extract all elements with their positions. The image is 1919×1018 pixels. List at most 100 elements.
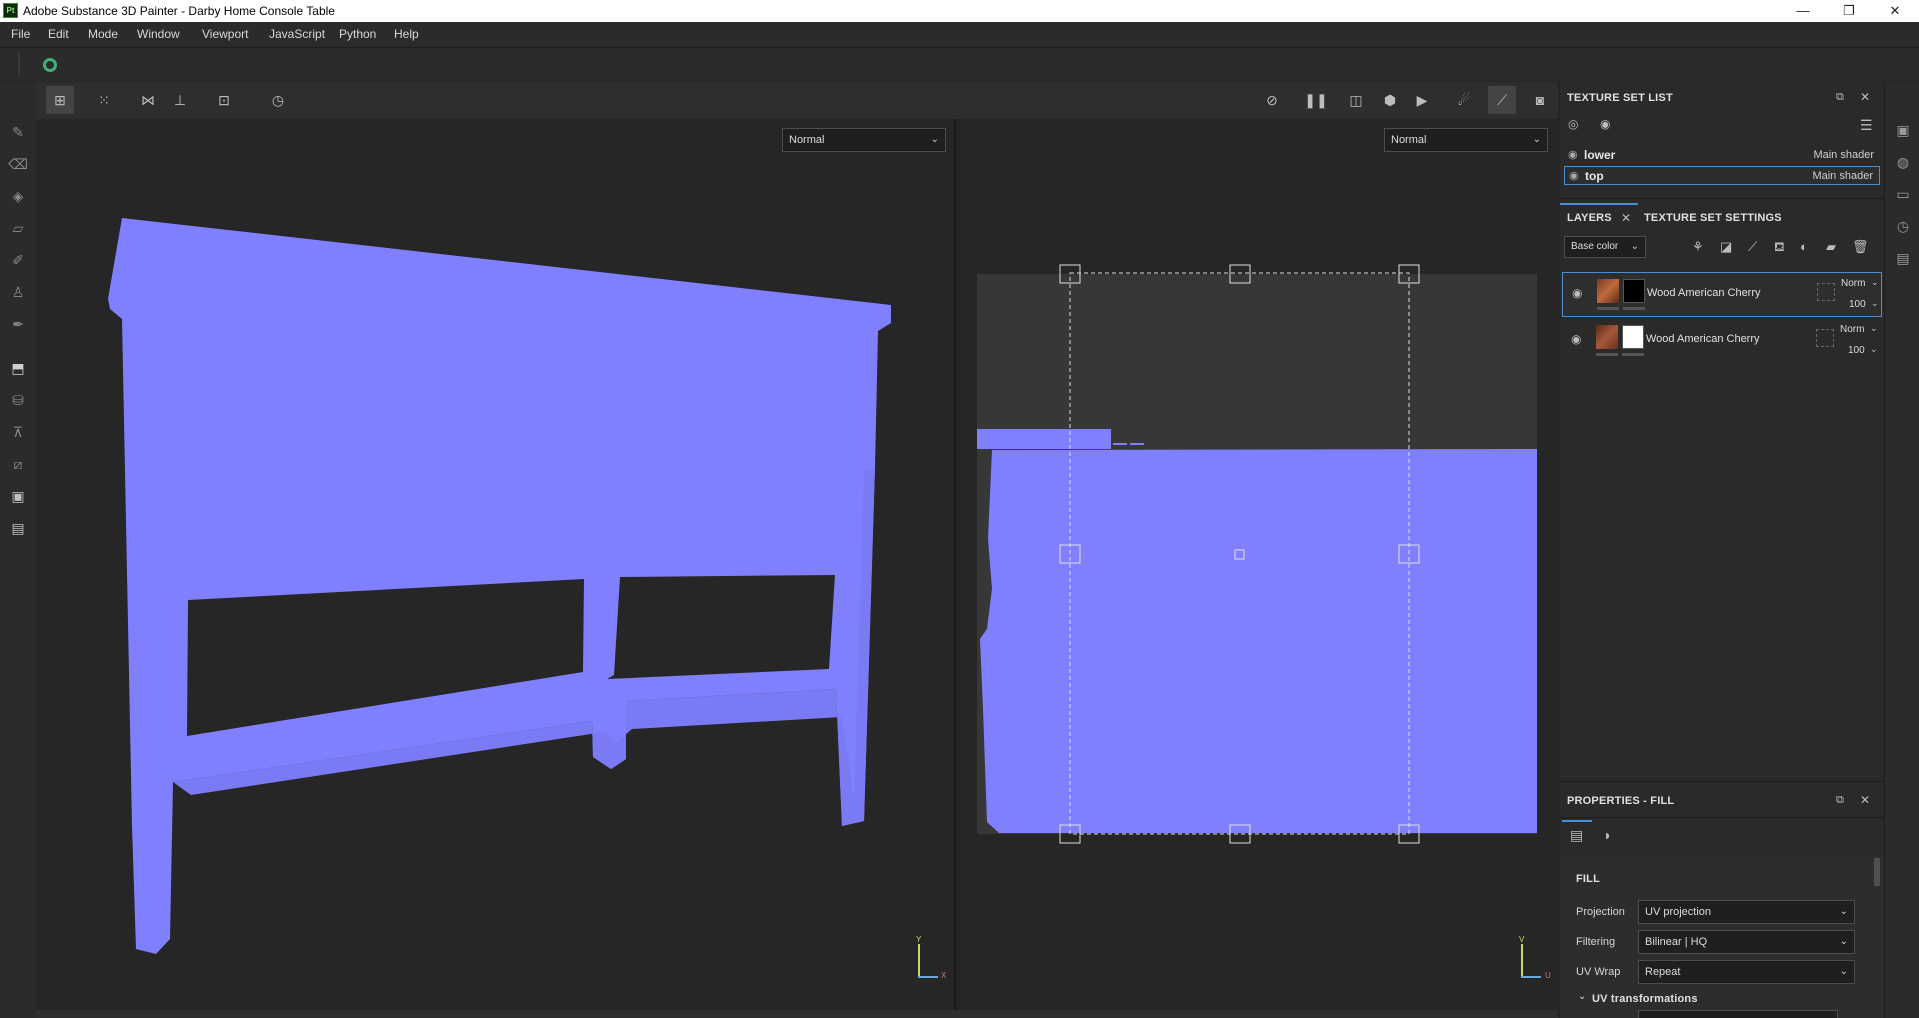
tab-layers[interactable]: LAYERS [1567,212,1612,224]
add-effect-icon[interactable]: ⚘ [1692,239,1704,255]
add-folder-icon[interactable]: ▰ [1826,239,1836,255]
scrollbar[interactable] [1874,858,1880,886]
chevron-down-icon[interactable]: ⌄ [1871,298,1879,309]
log-icon[interactable]: ▤ [1893,248,1913,268]
layer-row[interactable]: ◉ Wood American Cherry Norm ⌄ 100 ⌄ [1562,319,1882,364]
chevron-down-icon[interactable]: ⌄ [1870,323,1878,334]
uv-tool-icon[interactable]: ⧄ [8,454,28,474]
visibility-toggle-icon[interactable]: ◎ [1568,117,1578,131]
smart-material-icon[interactable]: ◐ [1800,239,1808,254]
add-mask-icon[interactable]: ◪ [1720,239,1732,255]
filtering-select[interactable]: Bilinear | HQ ⌄ [1638,930,1855,954]
layer-name[interactable]: Wood American Cherry [1646,333,1760,345]
fill-properties-icon[interactable]: ▤ [1570,827,1583,844]
chevron-down-icon[interactable]: ⌄ [1871,277,1879,288]
material-thumbnail[interactable] [1597,279,1619,303]
display-settings-icon[interactable]: ▤ [8,518,28,538]
polygon-fill-icon[interactable]: ▱ [8,218,28,238]
delete-layer-icon[interactable]: 🗑 [1852,239,1869,255]
chevron-down-icon[interactable]: ⌄ [1870,344,1878,355]
eye-icon[interactable]: ◉ [1572,286,1582,300]
menu-file[interactable]: File [11,27,30,41]
menu-viewport[interactable]: Viewport [202,27,248,41]
mirror-y-icon[interactable]: ⊥ [166,86,194,114]
uv-transformations-header[interactable]: UV transformations [1592,993,1698,1005]
layer-blend-mode[interactable]: Norm [1840,324,1864,335]
eye-icon[interactable]: ◉ [1571,332,1581,346]
uv-transform-field[interactable] [1638,1010,1838,1018]
texture-set-shader[interactable]: Main shader [1813,149,1874,161]
paint-mode-icon[interactable]: ⟋ [1488,86,1516,114]
smudge-icon[interactable]: ✐ [8,250,28,270]
layer-row-selected[interactable]: ◉ Wood American Cherry Norm ⌄ 100 ⌄ [1562,272,1882,317]
eye-icon[interactable]: ◉ [1568,148,1578,161]
add-fill-layer-icon[interactable]: ⛾ [1774,239,1785,257]
bake-icon[interactable]: ⬒ [8,358,28,378]
close-button[interactable]: ✕ [1872,0,1918,22]
hide-overlay-icon[interactable]: ⊘ [1258,86,1286,114]
texture-set-shader[interactable]: Main shader [1812,170,1873,182]
export-icon[interactable]: ▣ [8,486,28,506]
maximize-button[interactable]: ❐ [1826,0,1872,22]
undock-icon[interactable]: ⧉ [1836,91,1844,104]
history-icon[interactable]: ◷ [1893,216,1913,236]
menu-javascript[interactable]: JavaScript [269,27,325,41]
shelf-icon[interactable]: ▭ [1893,184,1913,204]
tab-texture-set-settings[interactable]: TEXTURE SET SETTINGS [1644,212,1782,224]
clone-icon[interactable]: ♙ [8,282,28,302]
menu-python[interactable]: Python [339,27,376,41]
display-settings-icon[interactable]: ◍ [1893,152,1913,172]
grid-view-icon[interactable]: ⁙ [90,86,118,114]
layer-opacity[interactable]: 100 [1848,345,1865,356]
screenshot-icon[interactable]: ◙ [1526,86,1554,114]
layer-name[interactable]: Wood American Cherry [1647,287,1761,299]
menu-icon[interactable]: ☰ [1860,117,1873,134]
fit-view-icon[interactable]: ⊡ [210,86,238,114]
paint-brush-icon[interactable]: ✎ [8,122,28,142]
history-icon[interactable]: ◷ [264,86,292,114]
eraser-icon[interactable]: ⌫ [8,154,28,174]
close-panel-icon[interactable]: ✕ [1860,90,1870,104]
environment-icon[interactable]: ☄ [1450,86,1478,114]
menu-window[interactable]: Window [137,27,180,41]
material-sphere-icon[interactable]: ◑ [1602,827,1610,843]
viewport-3d[interactable]: Normal ⌄ Y X [36,119,954,1010]
channel-select[interactable]: Base color ⌄ [1564,236,1646,258]
undock-icon[interactable]: ⧉ [1836,794,1844,807]
layer-blend-mode[interactable]: Norm [1841,278,1865,289]
pause-icon[interactable]: ❚❚ [1302,86,1330,114]
viewer-settings-icon[interactable]: ▣ [1893,120,1913,140]
texture-set-row-selected[interactable]: ◉ top Main shader [1564,166,1880,185]
color-picker-icon[interactable]: ✒ [8,314,28,334]
split-view-icon[interactable]: ◫ [1342,86,1370,114]
layer-opacity[interactable]: 100 [1849,299,1866,310]
layer-mask-slot[interactable] [1816,329,1834,347]
window-title: Adobe Substance 3D Painter - Darby Home … [23,4,335,18]
layer-mask-slot[interactable] [1817,283,1835,301]
close-panel-icon[interactable]: ✕ [1860,793,1870,807]
eye-icon[interactable]: ◉ [1569,169,1579,182]
texture-set-row[interactable]: ◉ lower Main shader [1564,146,1880,165]
projection-select[interactable]: UV projection ⌄ [1638,900,1855,924]
menu-mode[interactable]: Mode [88,27,118,41]
mirror-x-icon[interactable]: ⋈ [134,86,162,114]
material-thumbnail[interactable] [1596,325,1618,349]
close-tab-icon[interactable]: ✕ [1621,211,1631,225]
eye-icon[interactable]: ◉ [1600,117,1610,131]
projection-icon[interactable]: ◈ [8,186,28,206]
single-view-icon[interactable]: ⊞ [46,86,74,114]
menu-edit[interactable]: Edit [48,27,69,41]
viewport-2d[interactable]: Normal ⌄ V U [956,119,1558,1010]
camera-icon[interactable]: ▶ [1408,86,1436,114]
cube-view-icon[interactable]: ⬢ [1376,86,1404,114]
uv-wrap-select[interactable]: Repeat ⌄ [1638,960,1855,984]
mask-thumbnail[interactable] [1623,279,1645,303]
measure-icon[interactable]: ⊼ [8,422,28,442]
menu-help[interactable]: Help [394,27,419,41]
sync-status-icon[interactable] [43,58,57,72]
geometry-mask-icon[interactable]: ⛁ [8,390,28,410]
chevron-down-icon[interactable]: ⌄ [1578,991,1586,1002]
mask-thumbnail[interactable] [1622,325,1644,349]
add-paint-layer-icon[interactable]: ⟋ [1748,239,1757,255]
minimize-button[interactable]: — [1780,0,1826,22]
